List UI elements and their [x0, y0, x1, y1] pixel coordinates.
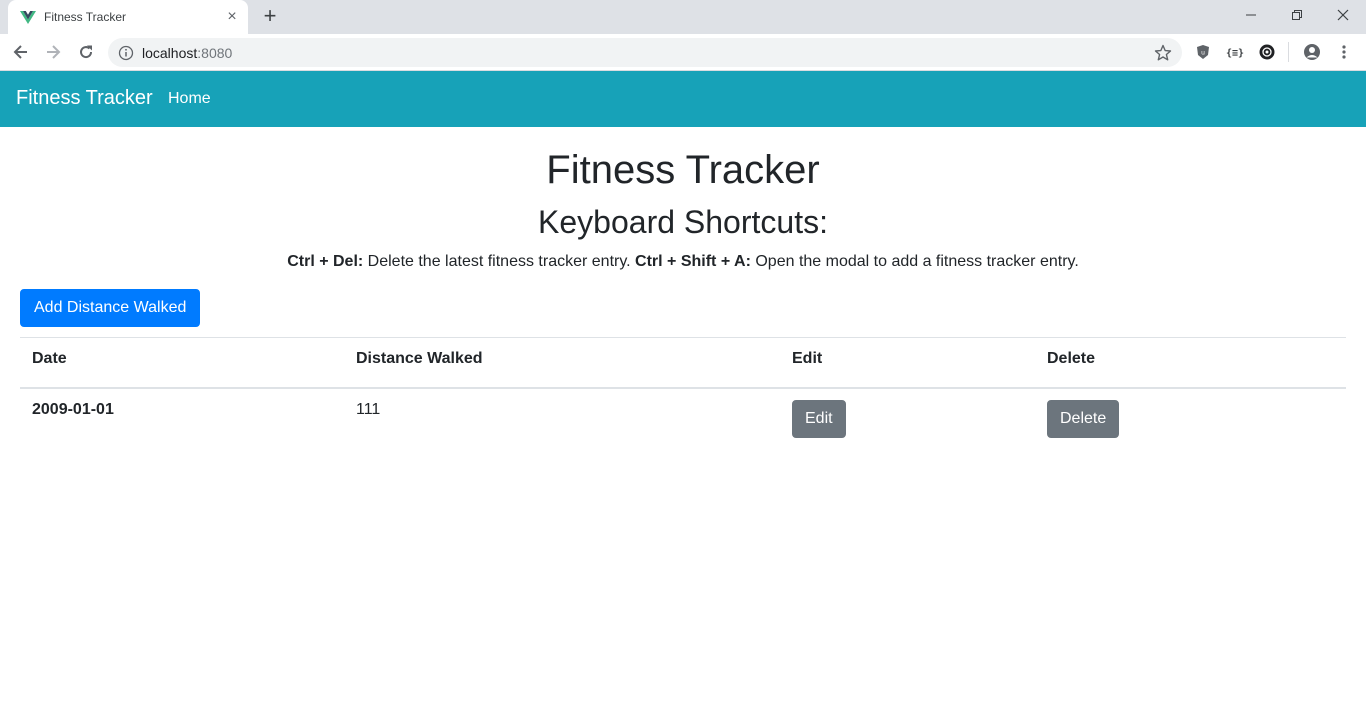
- nav-link-home[interactable]: Home: [168, 90, 211, 108]
- cell-delete: Delete: [1035, 388, 1346, 452]
- restore-icon[interactable]: [1274, 0, 1320, 30]
- page-title: Fitness Tracker: [546, 148, 820, 192]
- profile-icon[interactable]: [1302, 42, 1322, 62]
- arrow-left-icon[interactable]: [8, 39, 34, 65]
- kebab-menu-icon[interactable]: [1334, 42, 1354, 62]
- close-window-icon[interactable]: [1320, 0, 1366, 30]
- add-distance-walked-button[interactable]: Add Distance Walked: [20, 289, 201, 327]
- url-port: :8080: [197, 45, 233, 61]
- info-icon[interactable]: [118, 45, 134, 61]
- new-tab-button[interactable]: +: [258, 5, 282, 29]
- minimize-icon[interactable]: [1228, 0, 1274, 30]
- star-icon[interactable]: [1154, 44, 1172, 62]
- vue-logo-icon: [20, 9, 36, 25]
- url-text: localhost:8080: [142, 45, 232, 61]
- edit-button[interactable]: Edit: [792, 399, 846, 438]
- fitness-table: Date Distance Walked Edit Delete 2009-01…: [20, 337, 1346, 452]
- table-row: 2009-01-01 111 Edit Delete: [20, 388, 1346, 452]
- column-header-distance: Distance Walked: [344, 337, 780, 389]
- url-host: localhost: [142, 45, 198, 61]
- reload-icon[interactable]: [73, 39, 99, 65]
- dark-extension-icon[interactable]: [1257, 42, 1277, 62]
- browser-tabstrip: Fitness Tracker × +: [0, 0, 1366, 34]
- column-header-edit: Edit: [780, 337, 1035, 389]
- toolbar-divider: [1288, 42, 1289, 62]
- address-bar[interactable]: localhost:8080: [108, 38, 1182, 67]
- tab-title: Fitness Tracker: [44, 10, 127, 24]
- shield-extension-icon[interactable]: u: [1193, 42, 1213, 62]
- shortcut-keys-add: Ctrl + Shift + A:: [635, 253, 751, 270]
- delete-button[interactable]: Delete: [1047, 399, 1120, 438]
- tab-close-icon[interactable]: ×: [224, 9, 240, 25]
- arrow-right-icon[interactable]: [40, 39, 66, 65]
- svg-text:u: u: [1201, 50, 1205, 57]
- browser-tab[interactable]: Fitness Tracker ×: [8, 0, 248, 34]
- cell-edit: Edit: [780, 388, 1035, 452]
- column-header-date: Date: [20, 337, 344, 389]
- navbar-brand[interactable]: Fitness Tracker: [16, 87, 153, 110]
- json-extension-icon[interactable]: {≡}: [1225, 42, 1245, 62]
- page-subtitle: Keyboard Shortcuts:: [538, 204, 828, 240]
- shortcut-keys-delete: Ctrl + Del:: [287, 253, 364, 270]
- shortcut-desc-add: Open the modal to add a fitness tracker …: [750, 253, 1079, 270]
- column-header-delete: Delete: [1035, 337, 1346, 389]
- browser-toolbar: localhost:8080 u {≡}: [0, 34, 1366, 71]
- cell-distance: 111: [356, 400, 381, 418]
- app-navbar: Fitness Tracker Home: [0, 71, 1366, 127]
- cell-date: 2009-01-01: [32, 400, 114, 418]
- keyboard-shortcuts: Ctrl + Del: Delete the latest fitness tr…: [0, 253, 1366, 271]
- svg-text:{≡}: {≡}: [1226, 48, 1244, 59]
- table-header-row: Date Distance Walked Edit Delete: [20, 337, 1346, 389]
- shortcut-desc-delete: Delete the latest fitness tracker entry.: [363, 253, 631, 270]
